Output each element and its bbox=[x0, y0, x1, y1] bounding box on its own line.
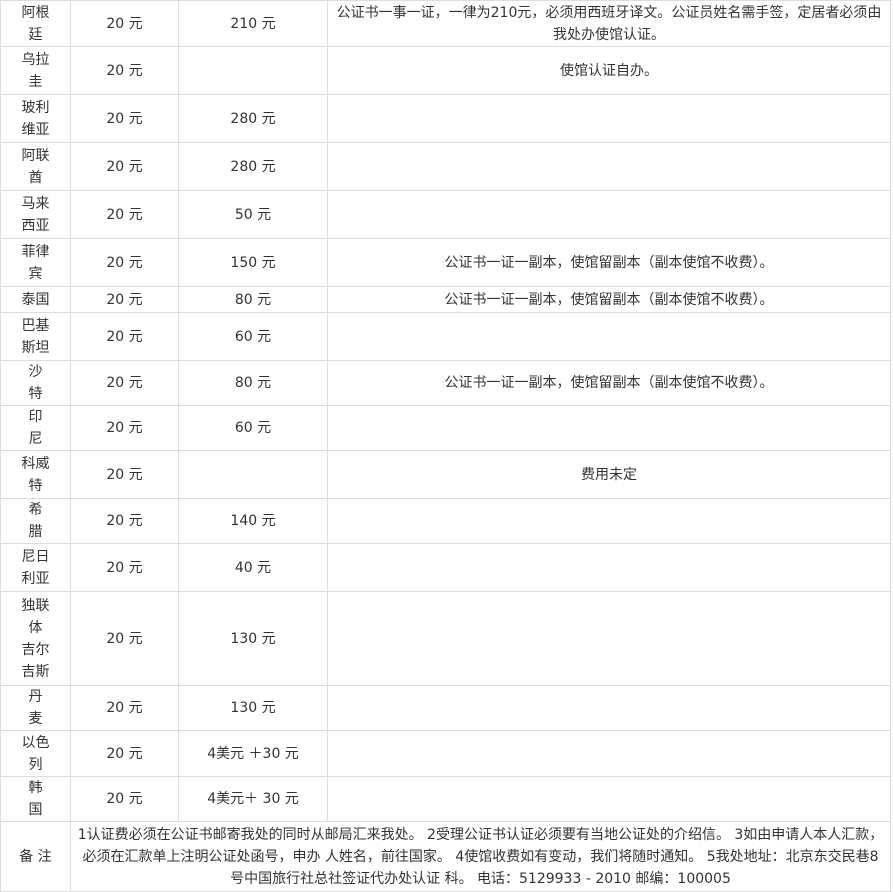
fee-cell: 20 元 bbox=[70, 46, 179, 95]
fee-cell: 20 元 bbox=[70, 360, 179, 406]
embassy-fee-cell bbox=[178, 450, 328, 499]
table-row: 马来西亚 20 元 50 元 bbox=[0, 190, 891, 239]
fee-cell: 20 元 bbox=[70, 543, 179, 592]
table-row: 印 尼 20 元 60 元 bbox=[0, 405, 891, 451]
note-cell: 公证书一证一副本，使馆留副本（副本使馆不收费）。 bbox=[327, 286, 891, 313]
country-cell: 马来西亚 bbox=[0, 190, 71, 239]
country-cell: 丹 麦 bbox=[0, 685, 71, 731]
note-cell bbox=[327, 142, 891, 191]
remarks-text: 1认证费必须在公证书邮寄我处的同时从邮局汇来我处。 2受理公证书认证必须要有当地… bbox=[70, 821, 891, 892]
embassy-fee-cell: 280 元 bbox=[178, 142, 328, 191]
fee-cell: 20 元 bbox=[70, 405, 179, 451]
embassy-fee-cell: 150 元 bbox=[178, 238, 328, 287]
note-cell bbox=[327, 591, 891, 686]
note-cell bbox=[327, 498, 891, 544]
country-cell: 科威特 bbox=[0, 450, 71, 499]
fee-cell: 20 元 bbox=[70, 286, 179, 313]
country-cell: 菲律宾 bbox=[0, 238, 71, 287]
table-row: 菲律宾 20 元 150 元公证书一证一副本，使馆留副本（副本使馆不收费）。 bbox=[0, 238, 891, 287]
table-row: 独联体 吉尔吉斯 20 元 130 元 bbox=[0, 591, 891, 686]
embassy-fee-table: 阿根廷 20 元 210 元公证书一事一证，一律为210元，必须用西班牙译文。公证员… bbox=[0, 0, 891, 892]
table-row: 丹 麦 20 元 130 元 bbox=[0, 685, 891, 731]
note-cell bbox=[327, 405, 891, 451]
country-cell: 独联体 吉尔吉斯 bbox=[0, 591, 71, 686]
fee-cell: 20 元 bbox=[70, 450, 179, 499]
embassy-fee-cell: 4美元 ＋30 元 bbox=[178, 730, 328, 777]
embassy-fee-cell: 210 元 bbox=[178, 0, 328, 47]
table-row: 希 腊 20 元 140 元 bbox=[0, 498, 891, 544]
country-cell: 玻利维亚 bbox=[0, 94, 71, 143]
note-cell bbox=[327, 685, 891, 731]
note-cell: 使馆认证自办。 bbox=[327, 46, 891, 95]
fee-cell: 20 元 bbox=[70, 591, 179, 686]
note-cell bbox=[327, 312, 891, 361]
country-cell: 希 腊 bbox=[0, 498, 71, 544]
country-cell: 阿联酋 bbox=[0, 142, 71, 191]
country-cell: 泰国 bbox=[0, 286, 71, 313]
note-cell: 费用未定 bbox=[327, 450, 891, 499]
table-row: 玻利维亚 20 元 280 元 bbox=[0, 94, 891, 143]
note-cell bbox=[327, 190, 891, 239]
country-cell: 韩 国 bbox=[0, 776, 71, 822]
fee-cell: 20 元 bbox=[70, 238, 179, 287]
country-cell: 尼日利亚 bbox=[0, 543, 71, 592]
note-cell bbox=[327, 543, 891, 592]
embassy-fee-cell: 4美元＋ 30 元 bbox=[178, 776, 328, 822]
table-row: 乌拉圭 20 元 使馆认证自办。 bbox=[0, 46, 891, 95]
note-cell: 公证书一证一副本，使馆留副本（副本使馆不收费）。 bbox=[327, 238, 891, 287]
fee-cell: 20 元 bbox=[70, 498, 179, 544]
note-cell bbox=[327, 776, 891, 822]
country-cell: 巴基斯坦 bbox=[0, 312, 71, 361]
country-cell: 阿根廷 bbox=[0, 0, 71, 47]
fee-cell: 20 元 bbox=[70, 730, 179, 777]
table-row: 泰国 20 元 80 元公证书一证一副本，使馆留副本（副本使馆不收费）。 bbox=[0, 286, 891, 313]
fee-cell: 20 元 bbox=[70, 685, 179, 731]
embassy-fee-cell: 130 元 bbox=[178, 685, 328, 731]
embassy-fee-cell: 40 元 bbox=[178, 543, 328, 592]
country-cell: 乌拉圭 bbox=[0, 46, 71, 95]
table-row: 阿联酋 20 元 280 元 bbox=[0, 142, 891, 191]
embassy-fee-cell: 130 元 bbox=[178, 591, 328, 686]
embassy-fee-cell: 50 元 bbox=[178, 190, 328, 239]
country-cell: 印 尼 bbox=[0, 405, 71, 451]
fee-cell: 20 元 bbox=[70, 94, 179, 143]
embassy-fee-cell: 80 元 bbox=[178, 360, 328, 406]
table-row: 巴基斯坦 20 元 60 元 bbox=[0, 312, 891, 361]
fee-cell: 20 元 bbox=[70, 142, 179, 191]
embassy-fee-cell: 60 元 bbox=[178, 405, 328, 451]
table-row: 科威特 20 元 费用未定 bbox=[0, 450, 891, 499]
fee-cell: 20 元 bbox=[70, 312, 179, 361]
note-cell: 公证书一事一证，一律为210元，必须用西班牙译文。公证员姓名需手签，定居者必须由… bbox=[327, 0, 891, 47]
embassy-fee-cell: 80 元 bbox=[178, 286, 328, 313]
note-cell bbox=[327, 94, 891, 143]
note-cell bbox=[327, 730, 891, 777]
fee-cell: 20 元 bbox=[70, 776, 179, 822]
remarks-label: 备 注 bbox=[0, 821, 71, 892]
embassy-fee-cell: 280 元 bbox=[178, 94, 328, 143]
table-row: 尼日利亚 20 元 40 元 bbox=[0, 543, 891, 592]
embassy-fee-cell: 60 元 bbox=[178, 312, 328, 361]
fee-cell: 20 元 bbox=[70, 190, 179, 239]
country-cell: 以色列 bbox=[0, 730, 71, 777]
fee-cell: 20 元 bbox=[70, 0, 179, 47]
table-row: 阿根廷 20 元 210 元公证书一事一证，一律为210元，必须用西班牙译文。公证员… bbox=[0, 0, 891, 47]
table-row: 沙 特 20 元 80 元公证书一证一副本，使馆留副本（副本使馆不收费）。 bbox=[0, 360, 891, 406]
note-cell: 公证书一证一副本，使馆留副本（副本使馆不收费）。 bbox=[327, 360, 891, 406]
embassy-fee-cell: 140 元 bbox=[178, 498, 328, 544]
remarks-row: 备 注 1认证费必须在公证书邮寄我处的同时从邮局汇来我处。 2受理公证书认证必须要… bbox=[0, 821, 891, 892]
embassy-fee-cell bbox=[178, 46, 328, 95]
table-row: 韩 国 20 元 4美元＋ 30 元 bbox=[0, 776, 891, 822]
table-row: 以色列 20 元 4美元 ＋30 元 bbox=[0, 730, 891, 777]
country-cell: 沙 特 bbox=[0, 360, 71, 406]
